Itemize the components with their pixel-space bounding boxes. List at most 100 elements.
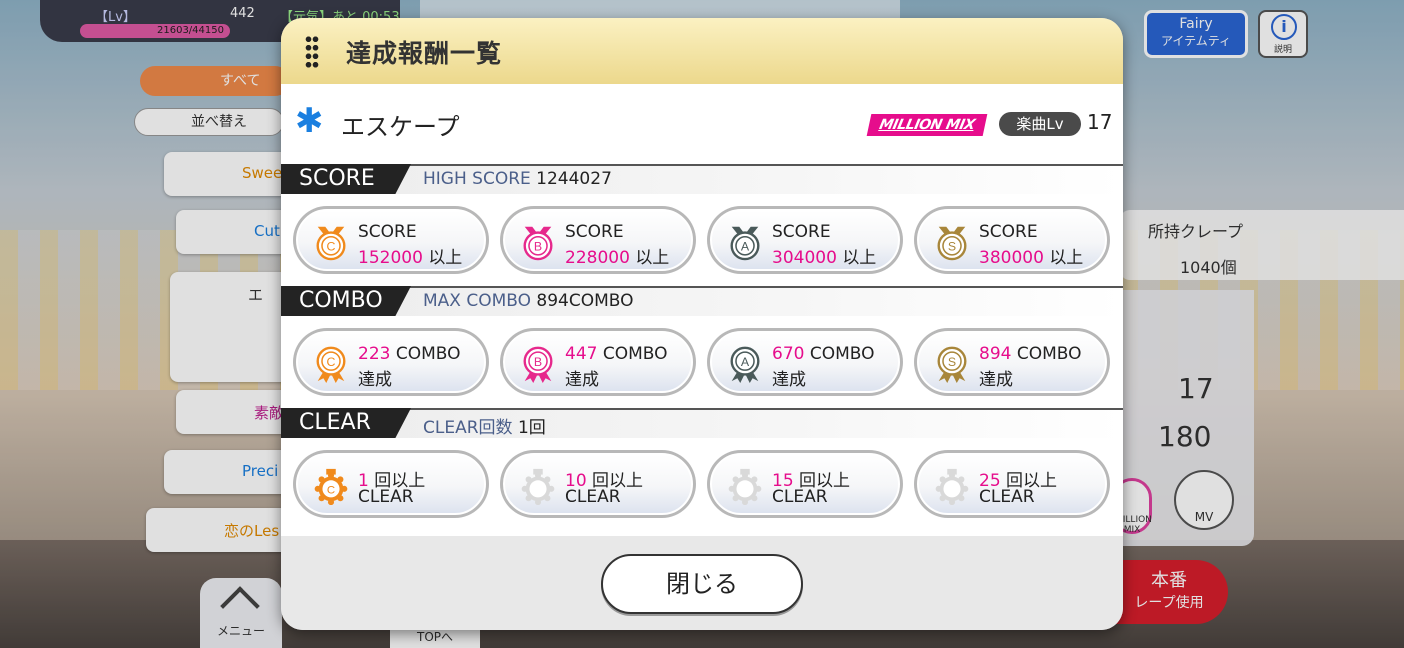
reward-card-body: 25 回以上 CLEAR: [917, 453, 1107, 515]
reward-line-2: 304000 以上: [772, 243, 876, 268]
snowflake-icon: ✱: [295, 101, 324, 141]
gear-medal-icon: [728, 468, 762, 505]
reward-line-1: SCORE: [565, 222, 624, 242]
reward-threshold: 228000: [565, 248, 630, 268]
dialog-header: 達成報酬一覧: [281, 18, 1123, 84]
reward-unit: COMBO: [602, 344, 668, 364]
max-combo-label: MAX COMBO: [423, 291, 532, 311]
reward-card-body: S SCORE 380000 以上: [917, 209, 1107, 271]
reward-unit: COMBO: [809, 344, 875, 364]
reward-card-body: B SCORE 228000 以上: [503, 209, 693, 271]
reward-threshold: 447: [565, 344, 598, 364]
gear-medal-icon: [521, 468, 555, 505]
reward-line-1: SCORE: [358, 222, 417, 242]
reward-suffix: 以上: [842, 248, 877, 268]
combo-reward-card: A 670 COMBO 達成: [707, 328, 903, 396]
close-button[interactable]: 閉じる: [601, 554, 803, 614]
reward-card-body: 10 回以上 CLEAR: [503, 453, 693, 515]
reward-card-body: 15 回以上 CLEAR: [710, 453, 900, 515]
section-tag: SCORE: [281, 164, 411, 194]
combo-reward-card: S 894 COMBO 達成: [914, 328, 1110, 396]
reward-card-body: C SCORE 152000 以上: [296, 209, 486, 271]
combo-section-header: COMBO MAX COMBO 894COMBO: [281, 286, 1123, 316]
svg-text:A: A: [741, 355, 750, 369]
rosette-medal-icon: B: [523, 346, 553, 383]
reward-card-body: A 670 COMBO 達成: [710, 331, 900, 393]
clear-count-value: 1回: [517, 418, 546, 438]
clear-section-header: CLEAR CLEAR回数 1回: [281, 408, 1123, 438]
dialog-title: 達成報酬一覧: [346, 39, 503, 68]
svg-text:C: C: [327, 355, 336, 369]
score-reward-card: A SCORE 304000 以上: [707, 206, 903, 274]
reward-status: CLEAR: [979, 487, 1035, 507]
reward-line-2: CLEAR: [772, 487, 828, 507]
svg-text:B: B: [534, 240, 542, 254]
reward-suffix: 以上: [635, 248, 670, 268]
reward-line-2: 152000 以上: [358, 243, 462, 268]
reward-unit: COMBO: [395, 344, 461, 364]
high-score-info: HIGH SCORE 1244027: [423, 169, 612, 189]
reward-card-body: B 447 COMBO 達成: [503, 331, 693, 393]
reward-card-body: S 894 COMBO 達成: [917, 331, 1107, 393]
dialog-content: ✱ エスケープ MILLION MIX 楽曲Lv 17 SCORE HIGH S…: [281, 84, 1123, 536]
reward-line-1: 894 COMBO: [979, 344, 1082, 364]
reward-line-2: 達成: [772, 365, 806, 390]
svg-text:A: A: [741, 240, 750, 254]
section-tag: CLEAR: [281, 408, 411, 438]
dialog-footer: 閉じる: [281, 536, 1123, 630]
song-lv-value: 17: [1087, 110, 1113, 134]
reward-type: SCORE: [358, 222, 417, 242]
max-combo-value: 894COMBO: [536, 291, 634, 311]
reward-line-1: 447 COMBO: [565, 344, 668, 364]
song-name: エスケープ: [341, 113, 460, 141]
ribbon-medal-icon: A: [730, 226, 760, 261]
score-reward-card: C SCORE 152000 以上: [293, 206, 489, 274]
ribbon-medal-icon: C: [316, 226, 346, 261]
ribbon-medal-icon: B: [523, 226, 553, 261]
clear-count-info: CLEAR回数 1回: [423, 413, 546, 438]
rosette-medal-icon: C: [316, 346, 346, 383]
high-score-value: 1244027: [536, 169, 612, 189]
rewards-dialog: 達成報酬一覧 ✱ エスケープ MILLION MIX 楽曲Lv 17 SCORE…: [281, 18, 1123, 630]
drag-handle-icon: [305, 35, 319, 69]
score-cards: C SCORE 152000 以上 B SCORE 228000 以上 A SCORE 3040…: [293, 206, 1113, 274]
reward-threshold: 304000: [772, 248, 837, 268]
rosette-medal-icon: S: [937, 346, 967, 383]
reward-status: CLEAR: [565, 487, 621, 507]
reward-type: SCORE: [772, 222, 831, 242]
reward-suffix: 以上: [1049, 248, 1084, 268]
reward-line-1: SCORE: [772, 222, 831, 242]
reward-line-1: 670 COMBO: [772, 344, 875, 364]
reward-threshold: 670: [772, 344, 805, 364]
svg-text:C: C: [327, 485, 335, 497]
reward-threshold: 894: [979, 344, 1012, 364]
gear-medal-icon: [935, 468, 969, 505]
reward-line-2: CLEAR: [979, 487, 1035, 507]
svg-text:B: B: [534, 355, 542, 369]
score-reward-card: S SCORE 380000 以上: [914, 206, 1110, 274]
reward-line-1: 223 COMBO: [358, 344, 461, 364]
score-section-header: SCORE HIGH SCORE 1244027: [281, 164, 1123, 194]
combo-reward-card: B 447 COMBO 達成: [500, 328, 696, 396]
gear-medal-icon: C: [314, 468, 348, 505]
reward-card-body: C1 回以上 CLEAR: [296, 453, 486, 515]
ribbon-medal-icon: S: [937, 226, 967, 261]
svg-text:S: S: [948, 355, 956, 369]
reward-status: 達成: [358, 370, 392, 390]
reward-status: 達成: [979, 370, 1013, 390]
clear-reward-card: C1 回以上 CLEAR: [293, 450, 489, 518]
reward-line-2: 達成: [979, 365, 1013, 390]
section-tag: COMBO: [281, 286, 411, 316]
combo-cards: C 223 COMBO 達成 B 447 COMBO 達成 A 670 COMBO 達成 S 894…: [293, 328, 1113, 396]
svg-text:S: S: [948, 240, 956, 254]
max-combo-info: MAX COMBO 894COMBO: [423, 291, 634, 311]
score-reward-card: B SCORE 228000 以上: [500, 206, 696, 274]
reward-type: SCORE: [565, 222, 624, 242]
reward-threshold: 152000: [358, 248, 423, 268]
reward-card-body: A SCORE 304000 以上: [710, 209, 900, 271]
reward-line-2: CLEAR: [358, 487, 414, 507]
reward-line-2: 380000 以上: [979, 243, 1083, 268]
reward-threshold: 223: [358, 344, 391, 364]
reward-line-2: 達成: [565, 365, 599, 390]
reward-card-body: C 223 COMBO 達成: [296, 331, 486, 393]
